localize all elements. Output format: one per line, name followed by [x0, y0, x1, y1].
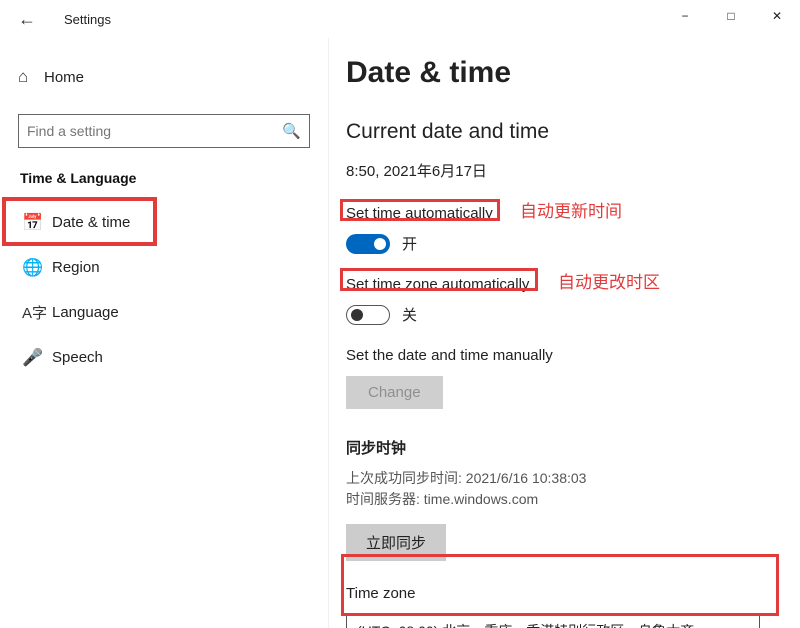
- timezone-label: Time zone: [346, 585, 778, 602]
- page-title: Date & time: [346, 56, 778, 90]
- window-title: Settings: [64, 12, 111, 27]
- sync-now-button[interactable]: 立即同步: [346, 524, 446, 561]
- sidebar-item-region[interactable]: 🌐 Region: [0, 245, 328, 290]
- sidebar-home-label: Home: [44, 69, 84, 86]
- main-content: Date & time Current date and time 8:50, …: [328, 38, 800, 628]
- back-button[interactable]: ←: [18, 9, 42, 30]
- search-input[interactable]: [27, 123, 282, 139]
- auto-tz-state: 关: [402, 304, 417, 325]
- maximize-button[interactable]: □: [708, 0, 754, 32]
- chevron-down-icon: ▾: [742, 623, 749, 628]
- sidebar: ⌂ Home 🔍 Time & Language 📅 Date & time 🌐…: [0, 38, 328, 628]
- sidebar-item-speech[interactable]: 🎤 Speech: [0, 335, 328, 380]
- sidebar-section-header: Time & Language: [18, 170, 310, 186]
- auto-tz-label: Set time zone automatically: [346, 276, 529, 293]
- timezone-value: (UTC+08:00) 北京，重庆，香港特别行政区，乌鲁木齐: [357, 621, 694, 628]
- manual-set-label: Set the date and time manually: [346, 347, 778, 364]
- language-icon: A字: [22, 302, 52, 323]
- home-icon: ⌂: [18, 67, 44, 87]
- window-controls: − □ ✕: [662, 0, 800, 32]
- globe-icon: 🌐: [22, 258, 52, 278]
- timezone-select[interactable]: (UTC+08:00) 北京，重庆，香港特别行政区，乌鲁木齐 ▾: [346, 614, 760, 628]
- clock-icon: 📅: [22, 213, 52, 233]
- search-box[interactable]: 🔍: [18, 114, 310, 148]
- change-button: Change: [346, 376, 443, 409]
- divider: [328, 38, 329, 628]
- sidebar-item-label: Date & time: [52, 214, 130, 231]
- auto-time-toggle[interactable]: [346, 234, 390, 254]
- auto-tz-toggle[interactable]: [346, 305, 390, 325]
- sidebar-item-label: Region: [52, 259, 100, 276]
- microphone-icon: 🎤: [22, 348, 52, 368]
- sidebar-item-date-time[interactable]: 📅 Date & time: [0, 200, 328, 245]
- sidebar-item-label: Speech: [52, 349, 103, 366]
- sidebar-home[interactable]: ⌂ Home: [18, 58, 310, 96]
- sync-last-time: 上次成功同步时间: 2021/6/16 10:38:03: [346, 468, 778, 489]
- auto-time-state: 开: [402, 233, 417, 254]
- sidebar-item-label: Language: [52, 304, 119, 321]
- sidebar-item-language[interactable]: A字 Language: [0, 290, 328, 335]
- sync-server: 时间服务器: time.windows.com: [346, 489, 778, 510]
- sync-clock-header: 同步时钟: [346, 437, 778, 458]
- auto-time-label: Set time automatically: [346, 205, 493, 222]
- minimize-button[interactable]: −: [662, 0, 708, 32]
- section-current-title: Current date and time: [346, 120, 778, 144]
- close-button[interactable]: ✕: [754, 0, 800, 32]
- current-datetime: 8:50, 2021年6月17日: [346, 160, 778, 181]
- search-icon: 🔍: [282, 122, 301, 140]
